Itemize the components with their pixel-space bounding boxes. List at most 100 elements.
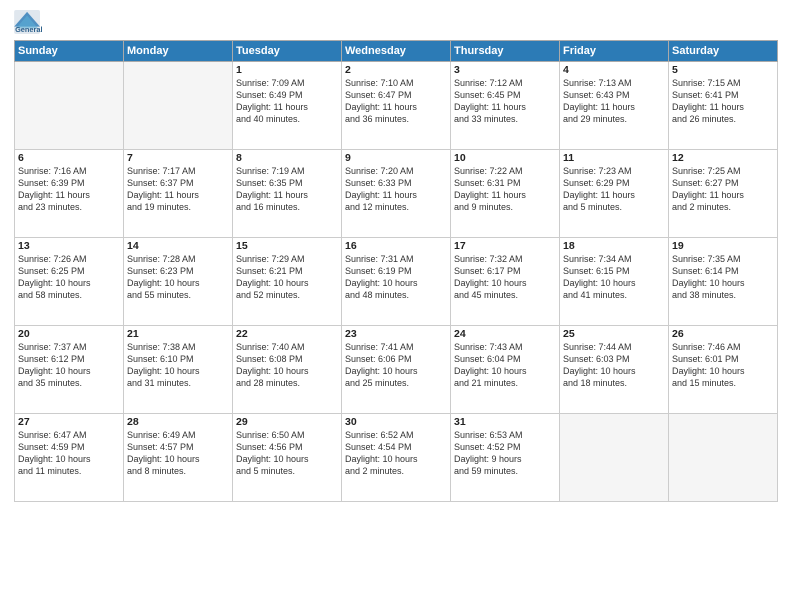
day-number: 31 bbox=[454, 416, 556, 428]
day-info: Sunrise: 7:17 AM Sunset: 6:37 PM Dayligh… bbox=[127, 165, 229, 214]
calendar-cell: 9Sunrise: 7:20 AM Sunset: 6:33 PM Daylig… bbox=[342, 150, 451, 238]
day-info: Sunrise: 7:26 AM Sunset: 6:25 PM Dayligh… bbox=[18, 253, 120, 302]
day-number: 26 bbox=[672, 328, 774, 340]
day-number: 12 bbox=[672, 152, 774, 164]
calendar-cell bbox=[669, 414, 778, 502]
calendar-cell: 26Sunrise: 7:46 AM Sunset: 6:01 PM Dayli… bbox=[669, 326, 778, 414]
day-info: Sunrise: 7:25 AM Sunset: 6:27 PM Dayligh… bbox=[672, 165, 774, 214]
day-number: 15 bbox=[236, 240, 338, 252]
calendar-cell: 12Sunrise: 7:25 AM Sunset: 6:27 PM Dayli… bbox=[669, 150, 778, 238]
calendar-table: SundayMondayTuesdayWednesdayThursdayFrid… bbox=[14, 40, 778, 502]
calendar-cell: 21Sunrise: 7:38 AM Sunset: 6:10 PM Dayli… bbox=[124, 326, 233, 414]
calendar-cell: 24Sunrise: 7:43 AM Sunset: 6:04 PM Dayli… bbox=[451, 326, 560, 414]
day-info: Sunrise: 7:15 AM Sunset: 6:41 PM Dayligh… bbox=[672, 77, 774, 126]
day-info: Sunrise: 6:53 AM Sunset: 4:52 PM Dayligh… bbox=[454, 429, 556, 478]
calendar-cell: 2Sunrise: 7:10 AM Sunset: 6:47 PM Daylig… bbox=[342, 62, 451, 150]
day-info: Sunrise: 7:29 AM Sunset: 6:21 PM Dayligh… bbox=[236, 253, 338, 302]
weekday-header-sunday: Sunday bbox=[15, 41, 124, 62]
day-info: Sunrise: 6:49 AM Sunset: 4:57 PM Dayligh… bbox=[127, 429, 229, 478]
weekday-header-saturday: Saturday bbox=[669, 41, 778, 62]
day-info: Sunrise: 7:23 AM Sunset: 6:29 PM Dayligh… bbox=[563, 165, 665, 214]
day-info: Sunrise: 7:19 AM Sunset: 6:35 PM Dayligh… bbox=[236, 165, 338, 214]
calendar-cell: 15Sunrise: 7:29 AM Sunset: 6:21 PM Dayli… bbox=[233, 238, 342, 326]
day-number: 19 bbox=[672, 240, 774, 252]
day-info: Sunrise: 7:10 AM Sunset: 6:47 PM Dayligh… bbox=[345, 77, 447, 126]
day-info: Sunrise: 6:47 AM Sunset: 4:59 PM Dayligh… bbox=[18, 429, 120, 478]
calendar-cell: 4Sunrise: 7:13 AM Sunset: 6:43 PM Daylig… bbox=[560, 62, 669, 150]
calendar-cell: 13Sunrise: 7:26 AM Sunset: 6:25 PM Dayli… bbox=[15, 238, 124, 326]
day-number: 27 bbox=[18, 416, 120, 428]
weekday-header-wednesday: Wednesday bbox=[342, 41, 451, 62]
day-info: Sunrise: 7:46 AM Sunset: 6:01 PM Dayligh… bbox=[672, 341, 774, 390]
calendar-cell: 6Sunrise: 7:16 AM Sunset: 6:39 PM Daylig… bbox=[15, 150, 124, 238]
weekday-header-thursday: Thursday bbox=[451, 41, 560, 62]
day-info: Sunrise: 7:22 AM Sunset: 6:31 PM Dayligh… bbox=[454, 165, 556, 214]
day-number: 5 bbox=[672, 64, 774, 76]
day-info: Sunrise: 7:34 AM Sunset: 6:15 PM Dayligh… bbox=[563, 253, 665, 302]
calendar-cell: 5Sunrise: 7:15 AM Sunset: 6:41 PM Daylig… bbox=[669, 62, 778, 150]
calendar-cell: 30Sunrise: 6:52 AM Sunset: 4:54 PM Dayli… bbox=[342, 414, 451, 502]
svg-text:General: General bbox=[15, 25, 42, 34]
day-number: 20 bbox=[18, 328, 120, 340]
calendar-cell: 8Sunrise: 7:19 AM Sunset: 6:35 PM Daylig… bbox=[233, 150, 342, 238]
calendar-cell: 3Sunrise: 7:12 AM Sunset: 6:45 PM Daylig… bbox=[451, 62, 560, 150]
day-info: Sunrise: 7:37 AM Sunset: 6:12 PM Dayligh… bbox=[18, 341, 120, 390]
header: General bbox=[14, 10, 778, 34]
calendar-cell: 31Sunrise: 6:53 AM Sunset: 4:52 PM Dayli… bbox=[451, 414, 560, 502]
day-info: Sunrise: 7:41 AM Sunset: 6:06 PM Dayligh… bbox=[345, 341, 447, 390]
calendar-cell bbox=[124, 62, 233, 150]
day-number: 22 bbox=[236, 328, 338, 340]
calendar-cell: 14Sunrise: 7:28 AM Sunset: 6:23 PM Dayli… bbox=[124, 238, 233, 326]
day-number: 3 bbox=[454, 64, 556, 76]
day-info: Sunrise: 7:35 AM Sunset: 6:14 PM Dayligh… bbox=[672, 253, 774, 302]
calendar-cell bbox=[15, 62, 124, 150]
day-info: Sunrise: 7:32 AM Sunset: 6:17 PM Dayligh… bbox=[454, 253, 556, 302]
calendar-cell: 19Sunrise: 7:35 AM Sunset: 6:14 PM Dayli… bbox=[669, 238, 778, 326]
day-number: 11 bbox=[563, 152, 665, 164]
calendar-cell: 20Sunrise: 7:37 AM Sunset: 6:12 PM Dayli… bbox=[15, 326, 124, 414]
calendar-cell: 1Sunrise: 7:09 AM Sunset: 6:49 PM Daylig… bbox=[233, 62, 342, 150]
day-number: 8 bbox=[236, 152, 338, 164]
day-number: 17 bbox=[454, 240, 556, 252]
day-number: 1 bbox=[236, 64, 338, 76]
calendar-cell: 27Sunrise: 6:47 AM Sunset: 4:59 PM Dayli… bbox=[15, 414, 124, 502]
weekday-header-tuesday: Tuesday bbox=[233, 41, 342, 62]
calendar-week-row: 20Sunrise: 7:37 AM Sunset: 6:12 PM Dayli… bbox=[15, 326, 778, 414]
day-number: 14 bbox=[127, 240, 229, 252]
day-number: 25 bbox=[563, 328, 665, 340]
day-number: 10 bbox=[454, 152, 556, 164]
calendar-week-row: 1Sunrise: 7:09 AM Sunset: 6:49 PM Daylig… bbox=[15, 62, 778, 150]
day-number: 29 bbox=[236, 416, 338, 428]
day-info: Sunrise: 7:12 AM Sunset: 6:45 PM Dayligh… bbox=[454, 77, 556, 126]
calendar-week-row: 13Sunrise: 7:26 AM Sunset: 6:25 PM Dayli… bbox=[15, 238, 778, 326]
calendar-week-row: 27Sunrise: 6:47 AM Sunset: 4:59 PM Dayli… bbox=[15, 414, 778, 502]
day-info: Sunrise: 7:38 AM Sunset: 6:10 PM Dayligh… bbox=[127, 341, 229, 390]
day-info: Sunrise: 7:40 AM Sunset: 6:08 PM Dayligh… bbox=[236, 341, 338, 390]
calendar-cell: 23Sunrise: 7:41 AM Sunset: 6:06 PM Dayli… bbox=[342, 326, 451, 414]
day-number: 24 bbox=[454, 328, 556, 340]
day-info: Sunrise: 6:52 AM Sunset: 4:54 PM Dayligh… bbox=[345, 429, 447, 478]
logo-icon: General bbox=[14, 10, 42, 34]
calendar-cell: 25Sunrise: 7:44 AM Sunset: 6:03 PM Dayli… bbox=[560, 326, 669, 414]
day-number: 18 bbox=[563, 240, 665, 252]
day-number: 7 bbox=[127, 152, 229, 164]
day-number: 4 bbox=[563, 64, 665, 76]
day-number: 23 bbox=[345, 328, 447, 340]
calendar-cell: 16Sunrise: 7:31 AM Sunset: 6:19 PM Dayli… bbox=[342, 238, 451, 326]
day-number: 6 bbox=[18, 152, 120, 164]
weekday-header-monday: Monday bbox=[124, 41, 233, 62]
calendar-header-row: SundayMondayTuesdayWednesdayThursdayFrid… bbox=[15, 41, 778, 62]
day-info: Sunrise: 7:09 AM Sunset: 6:49 PM Dayligh… bbox=[236, 77, 338, 126]
day-info: Sunrise: 7:13 AM Sunset: 6:43 PM Dayligh… bbox=[563, 77, 665, 126]
day-info: Sunrise: 7:20 AM Sunset: 6:33 PM Dayligh… bbox=[345, 165, 447, 214]
logo: General bbox=[14, 10, 46, 34]
weekday-header-friday: Friday bbox=[560, 41, 669, 62]
day-number: 9 bbox=[345, 152, 447, 164]
day-info: Sunrise: 7:16 AM Sunset: 6:39 PM Dayligh… bbox=[18, 165, 120, 214]
day-info: Sunrise: 7:31 AM Sunset: 6:19 PM Dayligh… bbox=[345, 253, 447, 302]
day-info: Sunrise: 7:43 AM Sunset: 6:04 PM Dayligh… bbox=[454, 341, 556, 390]
day-number: 28 bbox=[127, 416, 229, 428]
calendar-cell: 29Sunrise: 6:50 AM Sunset: 4:56 PM Dayli… bbox=[233, 414, 342, 502]
day-number: 21 bbox=[127, 328, 229, 340]
calendar-cell: 17Sunrise: 7:32 AM Sunset: 6:17 PM Dayli… bbox=[451, 238, 560, 326]
